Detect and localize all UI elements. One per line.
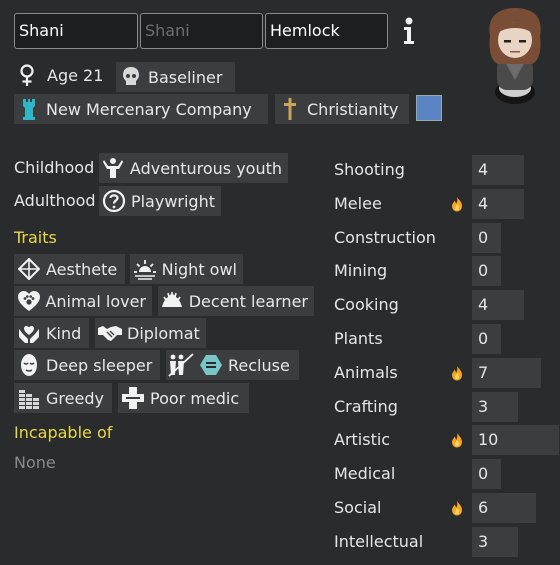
skill-name: Shooting <box>334 160 405 179</box>
heart-hands-icon <box>16 320 42 346</box>
skill-level-bar: 4 <box>472 290 524 321</box>
skill-level-bar: 0 <box>472 459 501 490</box>
skill-level-value: 4 <box>478 160 489 179</box>
skill-level-value: 0 <box>478 261 489 281</box>
adulthood-chip[interactable]: Playwright <box>99 186 221 216</box>
skill-level-bar: 3 <box>472 526 518 557</box>
trait-chip[interactable]: Poor medic <box>118 383 249 413</box>
paw-heart-icon <box>16 288 41 314</box>
trait-label: Animal lover <box>45 291 146 311</box>
passion-flame-icon <box>452 196 462 212</box>
aesthete-icon <box>16 256 42 282</box>
trait-label: Kind <box>46 323 82 343</box>
trait-chip[interactable]: Deep sleeper <box>14 350 160 380</box>
skill-name: Medical <box>334 464 396 484</box>
handshake-icon <box>97 320 123 346</box>
trait-label: Recluse <box>228 355 290 375</box>
faction-tower-icon <box>16 96 42 122</box>
trait-chip[interactable]: Greedy <box>14 383 112 413</box>
trait-label: Poor medic <box>150 388 240 408</box>
trait-chip[interactable]: Diplomat <box>95 318 206 348</box>
xenotype-label: Baseliner <box>148 67 223 87</box>
skill-level-bar: 10 <box>472 425 559 456</box>
skill-level-bar: 4 <box>472 188 524 219</box>
incapable-value: None <box>14 453 56 472</box>
trait-label: Deep sleeper <box>46 355 153 375</box>
traits-heading: Traits <box>14 228 57 247</box>
skill-level-value: 4 <box>478 295 489 315</box>
ideology-label: Christianity <box>307 99 399 119</box>
last-name-field[interactable]: Hemlock <box>265 13 388 49</box>
childhood-value: Adventurous youth <box>129 158 282 178</box>
learner-icon <box>160 288 185 314</box>
skill-level-bar: 0 <box>472 324 501 354</box>
skill-name: Mining <box>334 261 388 281</box>
skill-level-bar: 4 <box>472 155 524 185</box>
skill-level-value: 4 <box>478 193 489 213</box>
skill-name: Melee <box>334 193 382 213</box>
trait-chip[interactable]: Night owl <box>130 254 243 284</box>
trait-label: Greedy <box>46 388 104 408</box>
passion-flame-icon <box>452 433 462 448</box>
skull-icon <box>118 64 144 90</box>
question-icon <box>101 188 127 214</box>
skill-level-value: 0 <box>478 227 489 247</box>
skill-name: Artistic <box>334 430 391 450</box>
passion-flame-icon <box>452 501 462 516</box>
passion-flame-icon <box>452 365 462 381</box>
childhood-chip[interactable]: Adventurous youth <box>99 153 288 183</box>
skill-level-value: 7 <box>478 362 489 382</box>
adulthood-label: Adulthood <box>14 191 96 210</box>
trait-chip[interactable]: Aesthete <box>14 254 125 284</box>
trait-label: Aesthete <box>46 259 118 279</box>
adulthood-value: Playwright <box>130 191 215 211</box>
xenotype-chip[interactable]: Baseliner <box>116 62 235 92</box>
pawn-portrait <box>482 6 548 108</box>
skill-name: Construction <box>334 227 436 247</box>
skill-level-bar: 3 <box>472 391 518 422</box>
sleep-mask-icon <box>16 352 42 378</box>
ideology-color-swatch[interactable] <box>416 95 442 121</box>
skill-name: Cooking <box>334 295 399 315</box>
skill-name: Crafting <box>334 396 398 416</box>
coins-icon <box>16 385 42 411</box>
skill-name: Plants <box>334 329 383 348</box>
trait-label: Night owl <box>161 259 237 279</box>
skill-level-bar: 6 <box>472 493 536 523</box>
nickname-field[interactable]: Shani <box>140 13 263 49</box>
skill-name: Social <box>334 498 382 517</box>
trait-chip[interactable]: Recluse <box>166 350 299 380</box>
skill-level-bar: 7 <box>472 357 541 388</box>
age-label: Age 21 <box>47 66 104 85</box>
skill-level-value: 6 <box>478 498 489 517</box>
skill-name: Animals <box>334 362 398 382</box>
cross-icon <box>277 96 303 122</box>
hexagon-badge-icon <box>198 352 224 378</box>
trait-chip[interactable]: Kind <box>14 318 89 348</box>
night-owl-icon <box>132 256 158 282</box>
info-icon[interactable] <box>400 16 418 46</box>
medical-cross-icon <box>120 385 146 411</box>
female-icon <box>18 64 36 88</box>
skill-level-value: 0 <box>478 329 489 348</box>
first-name-field[interactable]: Shani <box>14 13 138 49</box>
childhood-label: Childhood <box>14 158 95 177</box>
skill-level-value: 3 <box>478 396 489 416</box>
incapable-heading: Incapable of <box>14 423 113 442</box>
strongman-icon <box>101 155 126 181</box>
skill-name: Intellectual <box>334 531 424 551</box>
recluse-icon <box>168 352 194 378</box>
faction-chip[interactable]: New Mercenary Company <box>14 94 268 124</box>
skill-level-bar: 0 <box>472 222 501 253</box>
trait-label: Diplomat <box>127 323 200 343</box>
skill-level-value: 10 <box>478 430 499 450</box>
faction-label: New Mercenary Company <box>46 99 252 119</box>
ideology-chip[interactable]: Christianity <box>275 94 409 124</box>
trait-chip[interactable]: Decent learner <box>158 286 314 316</box>
trait-chip[interactable]: Animal lover <box>14 286 152 316</box>
trait-label: Decent learner <box>188 291 308 311</box>
skill-level-value: 3 <box>478 531 489 551</box>
skill-level-value: 0 <box>478 464 489 484</box>
skill-level-bar: 0 <box>472 256 501 287</box>
